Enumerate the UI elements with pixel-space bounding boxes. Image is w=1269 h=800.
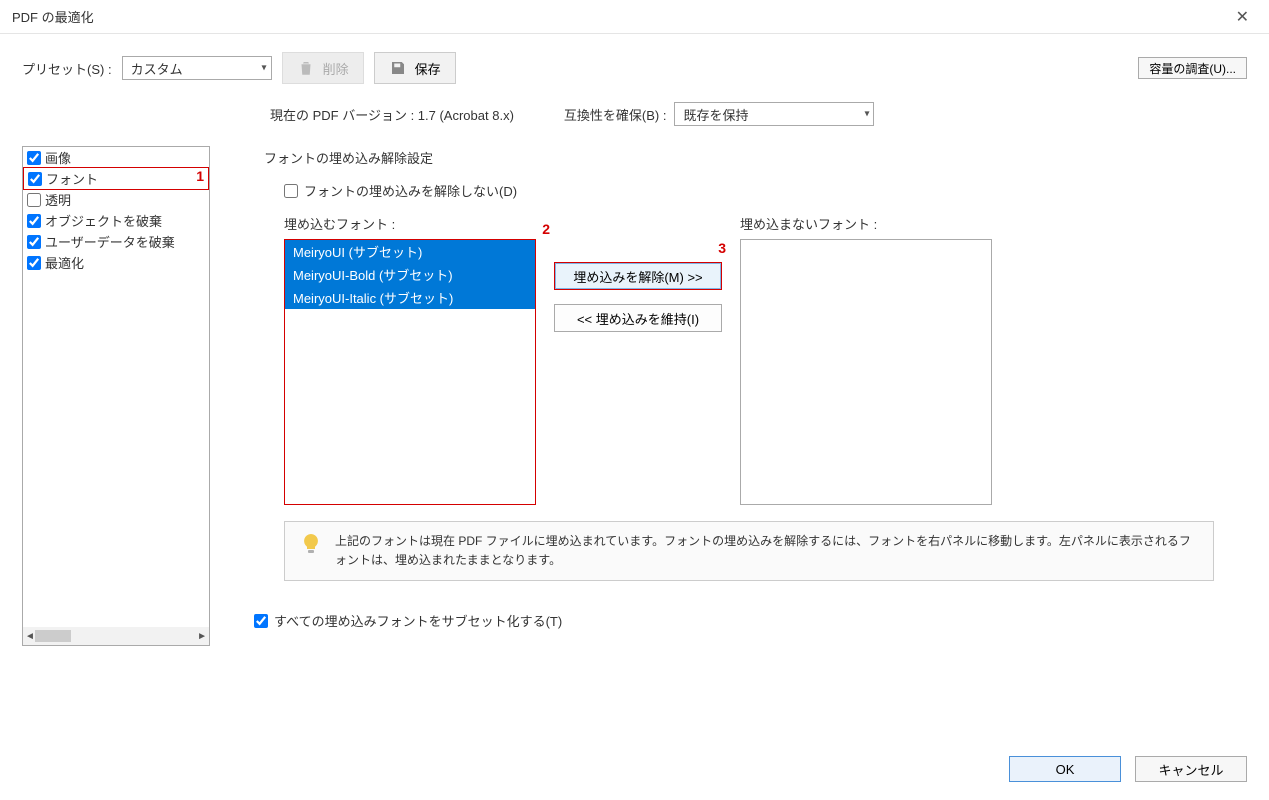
subset-all-label: すべての埋め込みフォントをサブセット化する(T)	[274, 611, 562, 630]
ok-label: OK	[1056, 762, 1075, 777]
category-check[interactable]	[27, 256, 41, 270]
close-icon[interactable]: ✕	[1228, 3, 1257, 31]
category-label: ユーザーデータを破棄	[45, 232, 175, 251]
scroll-left-icon[interactable]: ◄	[25, 631, 35, 642]
trash-icon	[297, 59, 315, 77]
unembed-list-label: 埋め込まないフォント :	[740, 214, 992, 233]
audit-button[interactable]: 容量の調査(U)...	[1138, 57, 1247, 79]
info-box: 上記のフォントは現在 PDF ファイルに埋め込まれています。フォントの埋め込みを…	[284, 521, 1214, 581]
preset-value: カスタム	[131, 59, 183, 78]
delete-button: 削除	[282, 52, 364, 84]
cancel-label: キャンセル	[1158, 760, 1223, 779]
chevron-down-icon: ▾	[262, 63, 267, 74]
info-text: 上記のフォントは現在 PDF ファイルに埋め込まれています。フォントの埋め込みを…	[335, 532, 1199, 570]
category-label: オブジェクトを破棄	[45, 211, 162, 230]
do-not-unembed-check[interactable]	[284, 184, 298, 198]
category-check[interactable]	[27, 214, 41, 228]
annotation-3: 3	[718, 240, 726, 256]
category-label: 最適化	[45, 253, 84, 272]
preset-label: プリセット(S) :	[22, 59, 112, 78]
scroll-thumb[interactable]	[35, 630, 71, 642]
category-check[interactable]	[27, 151, 41, 165]
version-row: 現在の PDF バージョン : 1.7 (Acrobat 8.x) 互換性を確保…	[0, 92, 1269, 146]
unembed-fonts-listbox[interactable]	[740, 239, 992, 505]
dialog-title: PDF の最適化	[12, 7, 94, 26]
subset-all-check[interactable]	[254, 614, 268, 628]
unembed-label: 埋め込みを解除(M) >>	[573, 267, 702, 286]
annotation-2: 2	[542, 221, 550, 237]
category-label: 透明	[45, 190, 71, 209]
chevron-down-icon: ▾	[864, 109, 869, 120]
category-item[interactable]: ユーザーデータを破棄	[23, 231, 209, 252]
annotation-1: 1	[196, 168, 204, 184]
save-label: 保存	[415, 59, 441, 78]
font-option[interactable]: MeiryoUI-Bold (サブセット)	[285, 263, 535, 286]
ok-button[interactable]: OK	[1009, 756, 1121, 782]
toolbar: プリセット(S) : カスタム ▾ 削除 保存 容量の調査(U)...	[0, 34, 1269, 92]
category-item[interactable]: 最適化	[23, 252, 209, 273]
category-check[interactable]	[28, 172, 42, 186]
save-button[interactable]: 保存	[374, 52, 456, 84]
category-item[interactable]: 画像	[23, 147, 209, 168]
audit-label: 容量の調査(U)...	[1149, 60, 1236, 77]
keep-embed-label: << 埋め込みを維持(I)	[577, 309, 699, 328]
category-check[interactable]	[27, 193, 41, 207]
do-not-unembed-label: フォントの埋め込みを解除しない(D)	[304, 181, 517, 200]
font-option[interactable]: MeiryoUI (サブセット)	[285, 240, 535, 263]
dialog-footer: OK キャンセル	[1009, 756, 1247, 782]
unembed-button[interactable]: 埋め込みを解除(M) >>	[554, 262, 722, 290]
category-item-fonts[interactable]: フォント 1	[23, 167, 209, 190]
category-list[interactable]: 画像 フォント 1 透明 オブジェクトを破棄 ユーザーデータを破棄 最適化	[22, 146, 210, 646]
lightbulb-icon	[299, 532, 323, 556]
scroll-right-icon[interactable]: ►	[197, 631, 207, 642]
titlebar: PDF の最適化 ✕	[0, 0, 1269, 34]
delete-label: 削除	[323, 59, 349, 78]
category-check[interactable]	[27, 235, 41, 249]
compat-label: 互換性を確保(B) :	[564, 105, 667, 124]
preset-combo[interactable]: カスタム ▾	[122, 56, 272, 80]
section-title: フォントの埋め込み解除設定	[264, 146, 1247, 175]
font-option[interactable]: MeiryoUI-Italic (サブセット)	[285, 286, 535, 309]
cancel-button[interactable]: キャンセル	[1135, 756, 1247, 782]
compat-combo[interactable]: 既存を保持 ▾	[674, 102, 874, 126]
save-icon	[389, 59, 407, 77]
category-item[interactable]: オブジェクトを破棄	[23, 210, 209, 231]
horizontal-scrollbar[interactable]: ◄ ►	[23, 627, 209, 645]
embed-list-label: 埋め込むフォント :	[284, 214, 536, 233]
keep-embed-button[interactable]: << 埋め込みを維持(I)	[554, 304, 722, 332]
version-text: 現在の PDF バージョン : 1.7 (Acrobat 8.x)	[270, 105, 514, 124]
embed-fonts-listbox[interactable]: MeiryoUI (サブセット) MeiryoUI-Bold (サブセット) M…	[284, 239, 536, 505]
category-label: フォント	[46, 169, 98, 188]
category-label: 画像	[45, 148, 71, 167]
compat-value: 既存を保持	[683, 105, 748, 124]
category-item[interactable]: 透明	[23, 189, 209, 210]
